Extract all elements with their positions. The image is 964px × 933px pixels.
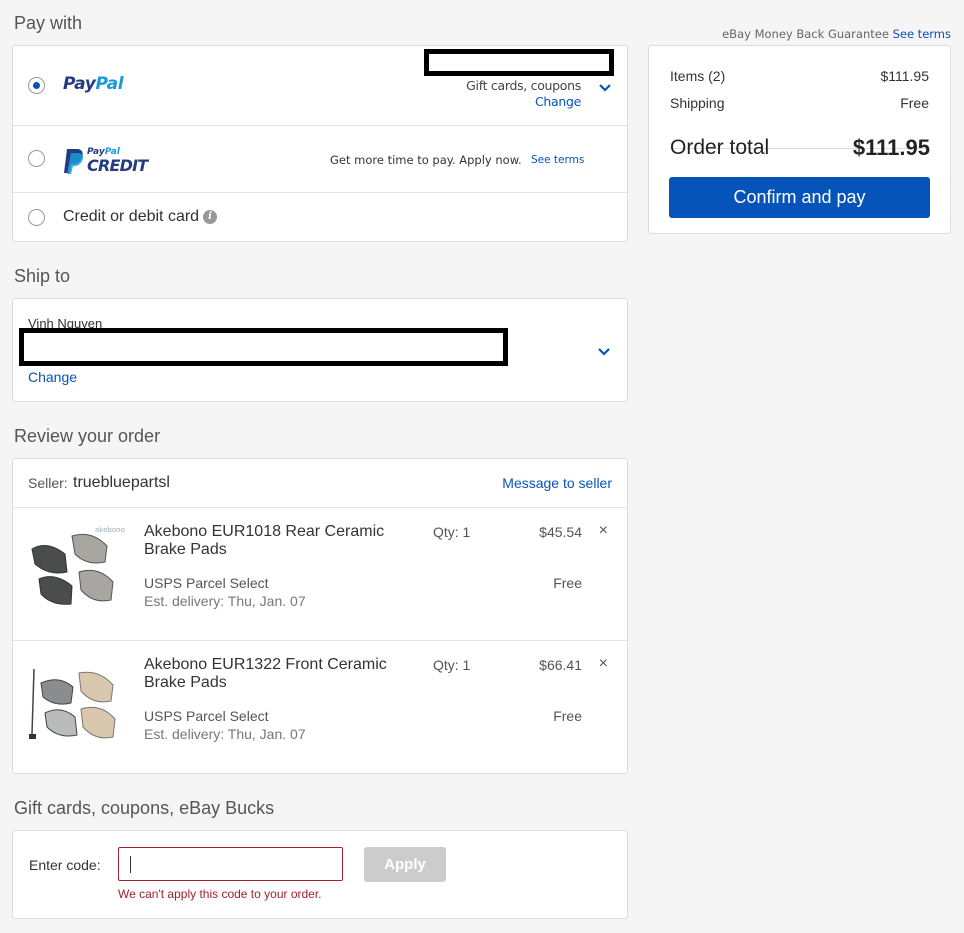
change-payment-link[interactable]: Change <box>535 94 581 109</box>
shipping-row: Shipping Free <box>670 95 929 111</box>
redacted-account <box>424 49 614 76</box>
items-label: Items (2) <box>670 68 726 84</box>
remove-item-icon[interactable]: × <box>599 522 608 540</box>
review-order-title: Review your order <box>14 426 161 446</box>
seller-label: Seller: <box>28 475 68 491</box>
item-shipping-method: USPS Parcel Select <box>144 575 269 591</box>
item-price: $66.41 <box>539 657 582 673</box>
enter-code-label: Enter code: <box>29 857 101 873</box>
item-qty: Qty: 1 <box>433 524 471 540</box>
gift-cards-text: Gift cards, coupons <box>466 78 581 93</box>
change-address-link[interactable]: Change <box>28 369 77 385</box>
paypal-credit-promo: Get more time to pay. Apply now. <box>330 153 522 167</box>
card-radio[interactable] <box>28 209 45 226</box>
paypal-radio[interactable] <box>28 77 45 94</box>
item-shipping-method: USPS Parcel Select <box>144 708 269 724</box>
chevron-down-icon[interactable] <box>597 347 611 357</box>
payment-option-paypal-credit[interactable]: PayPal CREDIT Get more time to pay. Appl… <box>13 126 627 193</box>
item-qty: Qty: 1 <box>433 657 471 673</box>
order-summary: Items (2) $111.95 Shipping Free Order to… <box>648 45 951 234</box>
payment-option-card[interactable]: Credit or debit card i <box>13 193 627 241</box>
paypal-credit-radio[interactable] <box>28 150 45 167</box>
item-shipping-cost: Free <box>553 575 582 591</box>
item-image[interactable]: akebono <box>27 524 127 614</box>
ship-to-title: Ship to <box>14 266 71 286</box>
pay-with-title: Pay with <box>14 13 83 33</box>
chevron-down-icon[interactable] <box>598 83 612 93</box>
gift-code-input[interactable] <box>118 847 343 881</box>
payment-option-paypal[interactable]: PayPal Gift cards, coupons Change <box>13 46 627 126</box>
paypal-logo: PayPal <box>63 74 124 94</box>
item-title[interactable]: Akebono EUR1018 Rear Ceramic Brake Pads <box>144 523 404 559</box>
seller-row: Seller: truebluepartsl Message to seller <box>13 459 627 508</box>
order-item: Akebono EUR1322 Front Ceramic Brake Pads… <box>13 641 627 774</box>
order-item: akebono Akebono EUR1018 Rear Ceramic Bra… <box>13 508 627 641</box>
order-total-label: Order total <box>670 136 770 159</box>
item-delivery-estimate: Est. delivery: Thu, Jan. 07 <box>144 593 306 609</box>
svg-text:akebono: akebono <box>95 526 125 534</box>
info-icon[interactable]: i <box>203 209 218 224</box>
redacted-address <box>19 328 508 366</box>
guarantee-see-terms-link[interactable]: See terms <box>893 27 951 41</box>
review-order-card: Seller: truebluepartsl Message to seller… <box>12 458 628 774</box>
paypal-credit-see-terms-link[interactable]: See terms <box>531 154 584 166</box>
items-row: Items (2) $111.95 <box>670 68 929 84</box>
shipping-label: Shipping <box>670 95 725 111</box>
item-delivery-estimate: Est. delivery: Thu, Jan. 07 <box>144 726 306 742</box>
seller-name[interactable]: truebluepartsl <box>73 474 170 492</box>
order-total-value: $111.95 <box>852 135 930 160</box>
item-title[interactable]: Akebono EUR1322 Front Ceramic Brake Pads <box>144 656 404 692</box>
items-value: $111.95 <box>880 68 929 84</box>
item-image[interactable] <box>27 659 127 749</box>
text-cursor <box>130 856 131 873</box>
money-back-guarantee: eBay Money Back Guarantee See terms <box>722 27 951 41</box>
gift-card-card: Enter code: Apply We can't apply this co… <box>12 830 628 919</box>
apply-code-button[interactable]: Apply <box>364 847 446 882</box>
item-shipping-cost: Free <box>553 708 582 724</box>
code-error-message: We can't apply this code to your order. <box>118 887 322 901</box>
item-price: $45.54 <box>539 524 582 540</box>
message-to-seller-link[interactable]: Message to seller <box>502 475 612 491</box>
confirm-and-pay-button[interactable]: Confirm and pay <box>669 177 930 218</box>
ship-to-card: Vinh Nguyen Change <box>12 298 628 402</box>
pay-with-card: PayPal Gift cards, coupons Change PayPal… <box>12 45 628 242</box>
card-option-label: Credit or debit card i <box>63 208 218 226</box>
remove-item-icon[interactable]: × <box>599 655 608 673</box>
paypal-credit-logo: PayPal CREDIT <box>63 147 149 175</box>
gift-cards-title: Gift cards, coupons, eBay Bucks <box>14 798 275 818</box>
shipping-value: Free <box>900 95 929 111</box>
